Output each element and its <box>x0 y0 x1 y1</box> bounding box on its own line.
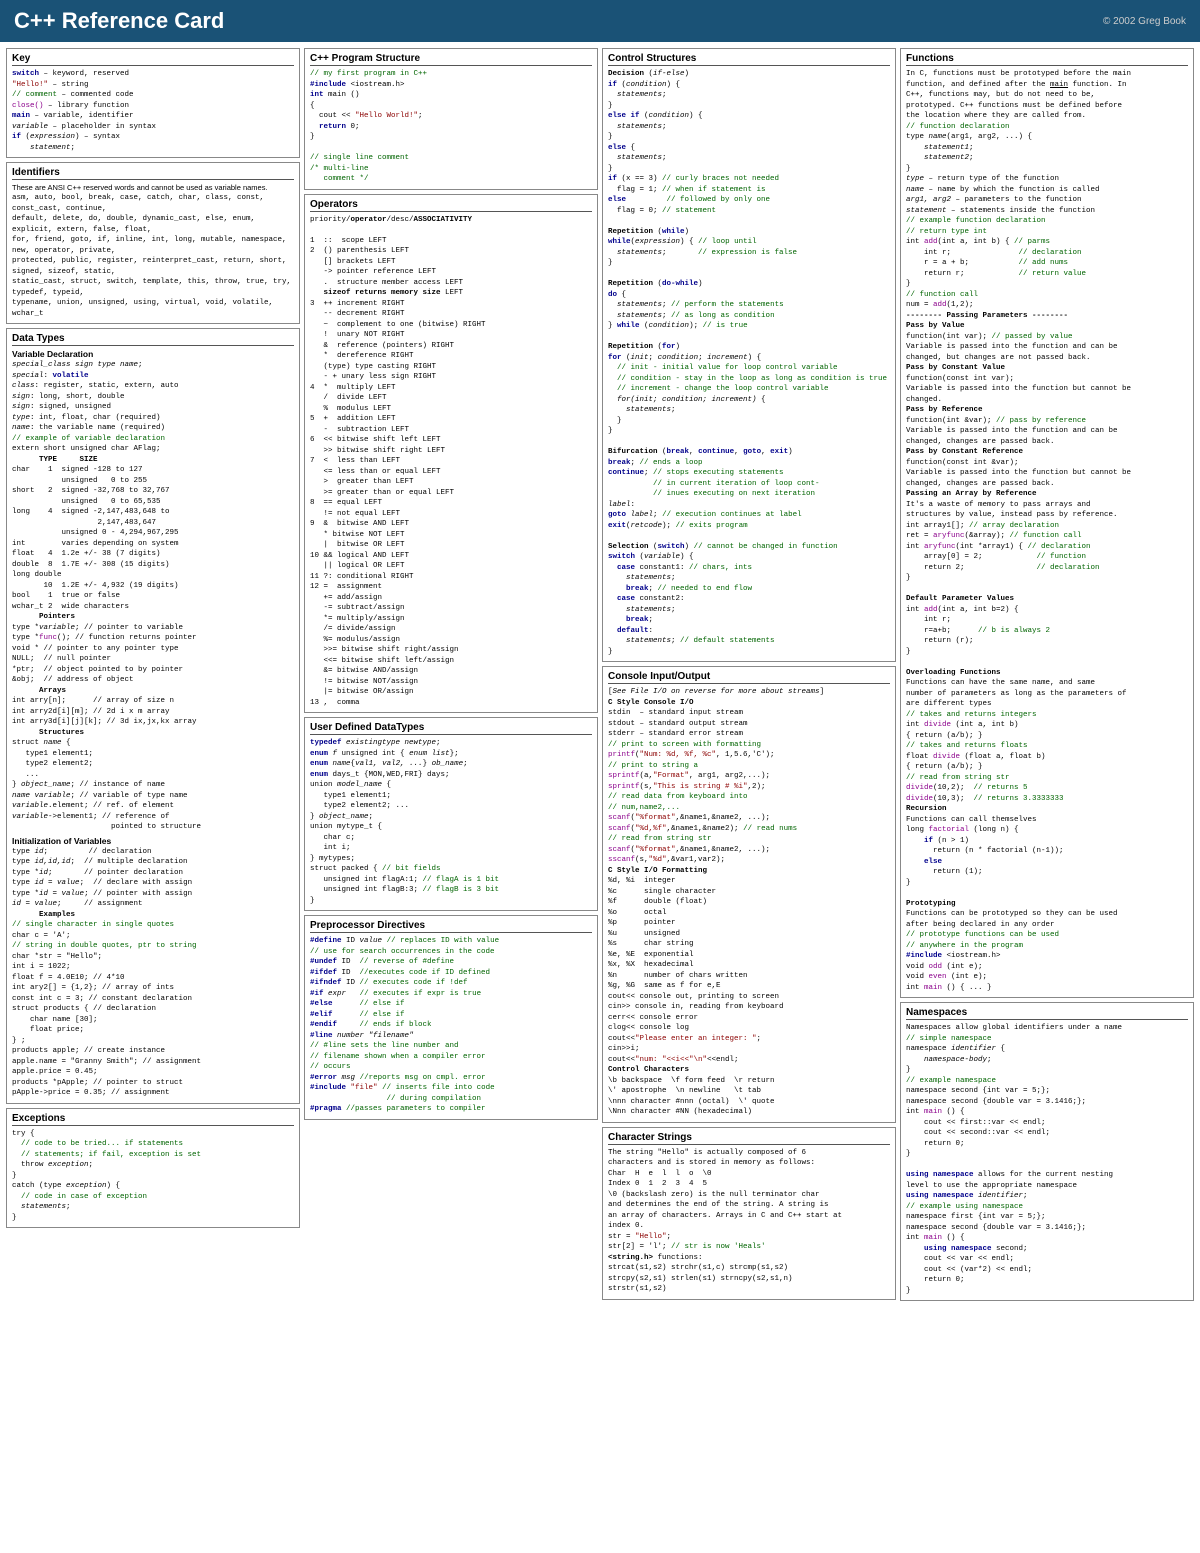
preprocessor-title: Preprocessor Directives <box>310 920 592 933</box>
user-defined-title: User Defined DataTypes <box>310 722 592 735</box>
user-defined-content: typedef existingtype newtype; enum f uns… <box>310 738 592 906</box>
namespaces-content: Namespaces allow global identifiers unde… <box>906 1023 1188 1296</box>
program-structure-title: C++ Program Structure <box>310 53 592 66</box>
control-structures-section: Control Structures Decision (if-else) if… <box>602 48 896 662</box>
exceptions-title: Exceptions <box>12 1113 294 1126</box>
page-title: C++ Reference Card <box>14 8 224 34</box>
user-defined-section: User Defined DataTypes typedef existingt… <box>304 717 598 911</box>
page-header: C++ Reference Card © 2002 Greg Book <box>0 0 1200 42</box>
column-3: Control Structures Decision (if-else) if… <box>600 46 898 1303</box>
operators-section: Operators priority/operator/desc/ASSOCIA… <box>304 194 598 714</box>
key-section: Key switch – keyword, reserved "Hello!" … <box>6 48 300 158</box>
init-content: type id; // declaration type id,id,id; /… <box>12 847 294 1099</box>
datatypes-content: special_class sign type name; special: v… <box>12 360 294 833</box>
program-structure-content: // my first program in C++ #include <ios… <box>310 69 592 185</box>
exceptions-content: try { // code to be tried... if statemen… <box>12 1129 294 1224</box>
init-subtitle: Initialization of Variables <box>12 836 294 846</box>
column-4: Functions In C, functions must be protot… <box>898 46 1196 1303</box>
exceptions-section: Exceptions try { // code to be tried... … <box>6 1108 300 1229</box>
functions-content: In C, functions must be prototyped befor… <box>906 69 1188 993</box>
preprocessor-content: #define ID value // replaces ID with val… <box>310 936 592 1115</box>
namespaces-section: Namespaces Namespaces allow global ident… <box>900 1002 1194 1301</box>
preprocessor-section: Preprocessor Directives #define ID value… <box>304 915 598 1120</box>
main-content: Key switch – keyword, reserved "Hello!" … <box>0 42 1200 1307</box>
vardecl-subtitle: Variable Declaration <box>12 349 294 359</box>
operators-content: priority/operator/desc/ASSOCIATIVITY 1 :… <box>310 215 592 709</box>
functions-section: Functions In C, functions must be protot… <box>900 48 1194 998</box>
column-1: Key switch – keyword, reserved "Hello!" … <box>4 46 302 1303</box>
char-strings-section: Character Strings The string "Hello" is … <box>602 1127 896 1300</box>
datatypes-title: Data Types <box>12 333 294 346</box>
identifiers-title: Identifiers <box>12 167 294 180</box>
program-structure-section: C++ Program Structure // my first progra… <box>304 48 598 190</box>
column-2: C++ Program Structure // my first progra… <box>302 46 600 1303</box>
console-io-content: [See File I/O on reverse for more about … <box>608 687 890 1118</box>
control-content: Decision (if-else) if (condition) { stat… <box>608 69 890 657</box>
identifiers-desc: These are ANSI C++ reserved words and ca… <box>12 183 294 193</box>
key-title: Key <box>12 53 294 66</box>
operators-title: Operators <box>310 199 592 212</box>
functions-title: Functions <box>906 53 1188 66</box>
copyright: © 2002 Greg Book <box>1103 16 1186 27</box>
control-title: Control Structures <box>608 53 890 66</box>
namespaces-title: Namespaces <box>906 1007 1188 1020</box>
datatypes-section: Data Types Variable Declaration special_… <box>6 328 300 1104</box>
char-strings-title: Character Strings <box>608 1132 890 1145</box>
identifiers-section: Identifiers These are ANSI C++ reserved … <box>6 162 300 324</box>
key-content: switch – keyword, reserved "Hello!" – st… <box>12 69 294 153</box>
identifiers-content: asm, auto, bool, break, case, catch, cha… <box>12 193 294 319</box>
console-io-title: Console Input/Output <box>608 671 890 684</box>
console-io-section: Console Input/Output [See File I/O on re… <box>602 666 896 1123</box>
char-strings-content: The string "Hello" is actually composed … <box>608 1148 890 1295</box>
